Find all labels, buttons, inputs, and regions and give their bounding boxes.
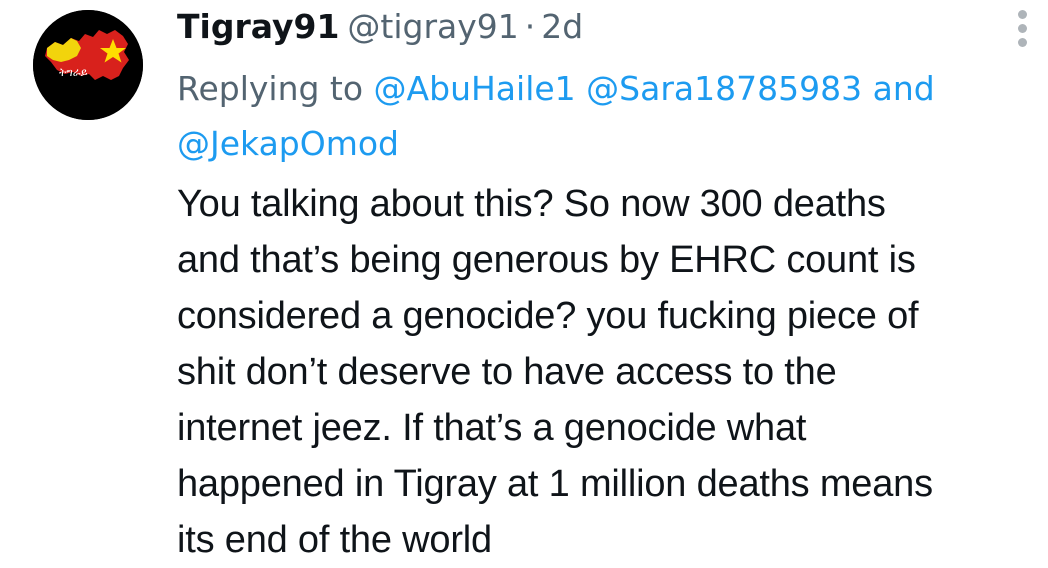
svg-text:ትግራይ: ትግራይ xyxy=(59,66,88,79)
vertical-ellipsis-icon xyxy=(1018,10,1027,19)
tigray-map-flag-icon: ትግራይ xyxy=(33,10,143,120)
mention-and[interactable]: and xyxy=(873,69,935,108)
author-display-name[interactable]: Tigray91 xyxy=(177,7,339,46)
tweet-text-line: You talking about this? So now 300 death… xyxy=(177,183,886,225)
mention-link[interactable]: @JekapOmod xyxy=(177,124,399,163)
replying-to-label: Replying to xyxy=(177,69,364,108)
more-options-button[interactable] xyxy=(1008,8,1038,48)
tweet-text-line: and that’s being generous by EHRC count … xyxy=(177,239,916,281)
tweet-text-line: shit don’t deserve to have access to the xyxy=(177,351,837,393)
tweet-header: Tigray91 @tigray91 · 2d xyxy=(177,6,583,48)
mention-link[interactable]: @AbuHaile1 xyxy=(374,69,576,108)
replying-to: Replying to @AbuHaile1 @Sara18785983 and… xyxy=(177,61,1037,171)
tweet-text: You talking about this? So now 300 death… xyxy=(177,176,1037,568)
tweet-timestamp[interactable]: 2d xyxy=(541,7,583,46)
author-handle[interactable]: @tigray91 xyxy=(347,7,518,46)
vertical-ellipsis-icon xyxy=(1018,38,1027,47)
separator-dot: · xyxy=(524,7,536,46)
mention-link[interactable]: @Sara18785983 xyxy=(586,69,862,108)
vertical-ellipsis-icon xyxy=(1018,24,1027,33)
tweet-text-line: considered a genocide? you fucking piece… xyxy=(177,295,919,337)
tweet-text-line: its end of the world xyxy=(177,519,492,561)
tweet-text-line: happened in Tigray at 1 million deaths m… xyxy=(177,463,933,505)
avatar[interactable]: ትግራይ xyxy=(33,10,143,120)
tweet-text-line: internet jeez. If that’s a genocide what xyxy=(177,407,807,449)
tweet[interactable]: ትግራይ Tigray91 @tigray91 · 2d Replying to @A… xyxy=(0,0,1048,561)
